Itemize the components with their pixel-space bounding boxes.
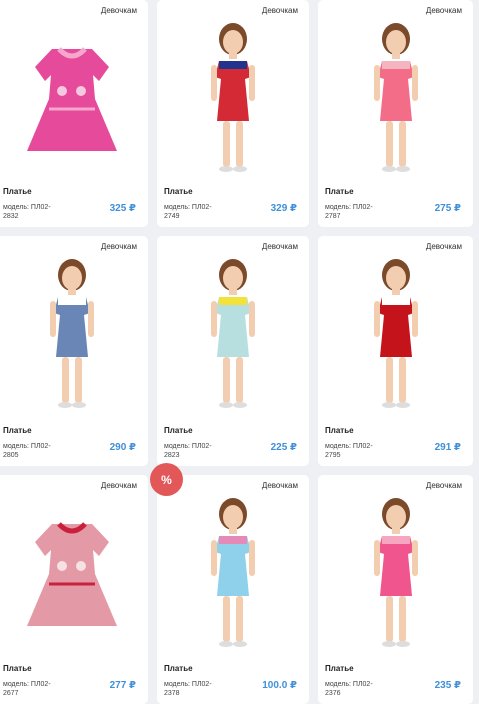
product-price: 291 ₽ xyxy=(434,442,461,453)
product-card[interactable]: Девочкам Платье модель: ПЛ02-2805 290 ₽ xyxy=(0,236,148,466)
product-grid: Девочкам Платье модель: ПЛ02-2832 325 ₽ Дев… xyxy=(0,0,479,704)
product-image[interactable] xyxy=(0,14,148,184)
product-card[interactable]: Девочкам Платье модель: ПЛ02-2378 100.0 ₽ xyxy=(157,475,309,704)
product-model: модель: ПЛ02-2376 xyxy=(325,681,373,697)
product-model: модель: ПЛ02-2787 xyxy=(325,204,373,220)
product-price: 275 ₽ xyxy=(434,203,461,214)
product-price: 235 ₽ xyxy=(434,680,461,691)
product-image[interactable] xyxy=(157,14,309,184)
product-image[interactable] xyxy=(318,14,473,184)
product-card[interactable]: Девочкам Платье модель: ПЛ02-2376 235 ₽ xyxy=(318,475,473,704)
product-image[interactable] xyxy=(157,250,309,420)
product-name[interactable]: Платье xyxy=(164,426,193,435)
product-model: модель: ПЛ02-2795 xyxy=(325,443,373,459)
discount-badge: % xyxy=(150,463,183,496)
product-image[interactable] xyxy=(0,250,148,420)
product-name[interactable]: Платье xyxy=(164,664,193,673)
product-card[interactable]: Девочкам Платье модель: ПЛ02-2823 225 ₽ xyxy=(157,236,309,466)
product-model: модель: ПЛ02-2823 xyxy=(164,443,212,459)
product-model: модель: ПЛ02-2677 xyxy=(3,681,51,697)
product-price: 100.0 ₽ xyxy=(262,680,297,691)
product-model: модель: ПЛ02-2832 xyxy=(3,204,51,220)
product-price: 325 ₽ xyxy=(109,203,136,214)
product-card[interactable]: Девочкам Платье модель: ПЛ02-2749 329 ₽ xyxy=(157,0,309,227)
product-model: модель: ПЛ02-2805 xyxy=(3,443,51,459)
product-card[interactable]: Девочкам Платье модель: ПЛ02-2677 277 ₽ xyxy=(0,475,148,704)
product-image[interactable] xyxy=(157,489,309,659)
product-image[interactable] xyxy=(318,250,473,420)
product-name[interactable]: Платье xyxy=(325,664,354,673)
product-image[interactable] xyxy=(0,489,148,659)
product-name[interactable]: Платье xyxy=(3,664,32,673)
product-card[interactable]: Девочкам Платье модель: ПЛ02-2795 291 ₽ xyxy=(318,236,473,466)
product-price: 277 ₽ xyxy=(109,680,136,691)
product-card[interactable]: Девочкам Платье модель: ПЛ02-2832 325 ₽ xyxy=(0,0,148,227)
product-model: модель: ПЛ02-2378 xyxy=(164,681,212,697)
product-price: 225 ₽ xyxy=(270,442,297,453)
product-price: 290 ₽ xyxy=(109,442,136,453)
product-name[interactable]: Платье xyxy=(3,187,32,196)
product-model: модель: ПЛ02-2749 xyxy=(164,204,212,220)
product-name[interactable]: Платье xyxy=(164,187,193,196)
product-image[interactable] xyxy=(318,489,473,659)
product-name[interactable]: Платье xyxy=(3,426,32,435)
product-card[interactable]: Девочкам Платье модель: ПЛ02-2787 275 ₽ xyxy=(318,0,473,227)
product-name[interactable]: Платье xyxy=(325,426,354,435)
product-price: 329 ₽ xyxy=(270,203,297,214)
product-name[interactable]: Платье xyxy=(325,187,354,196)
